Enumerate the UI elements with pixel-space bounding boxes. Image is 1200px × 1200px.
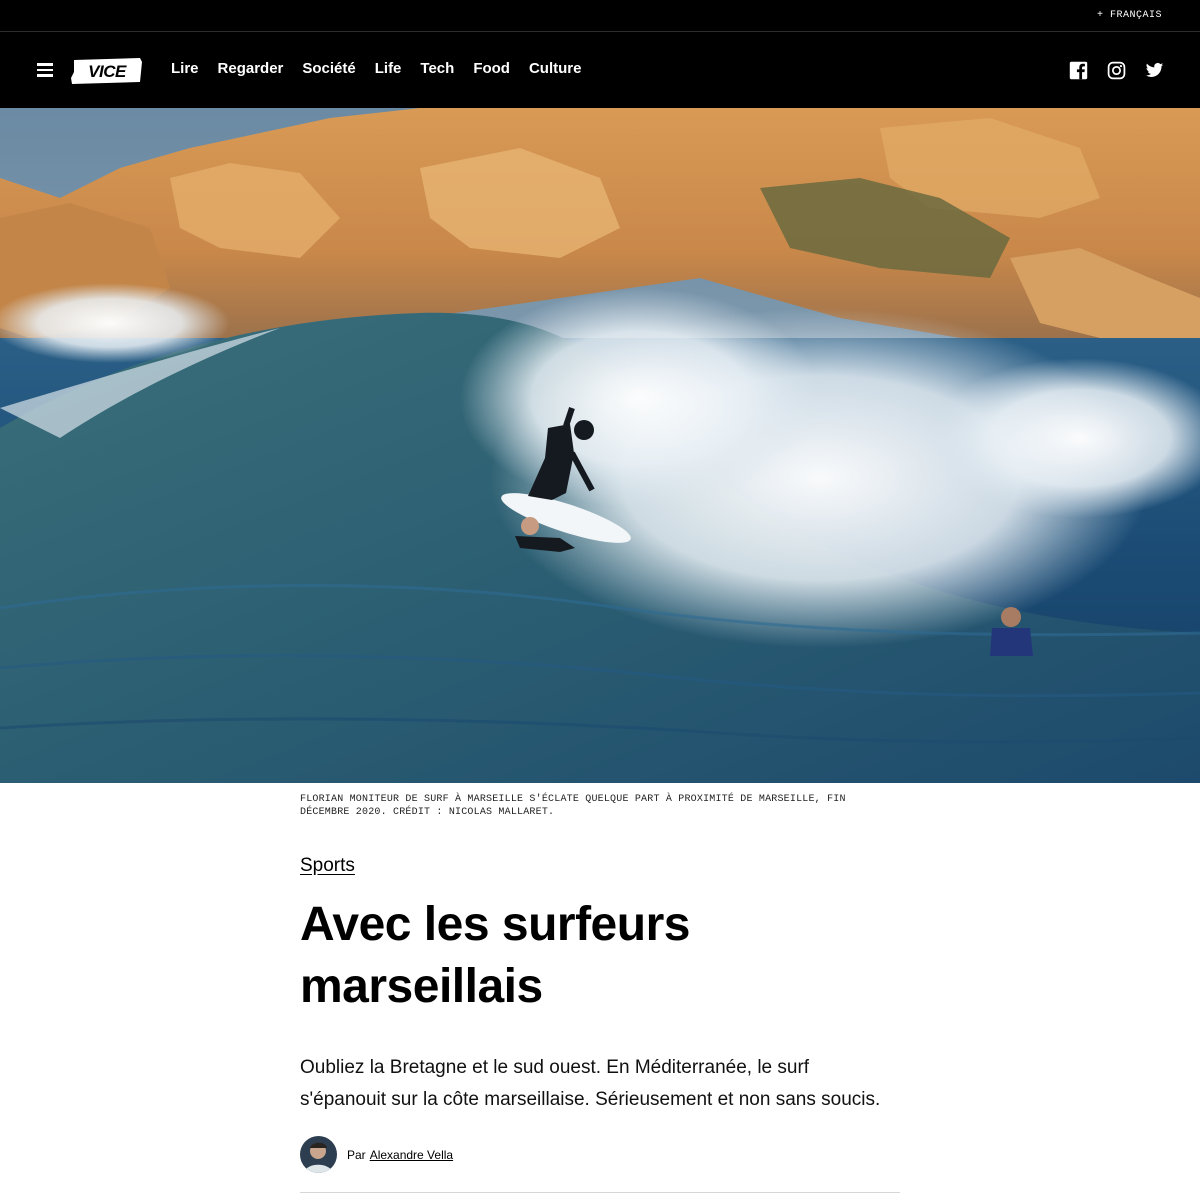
author-avatar[interactable] <box>300 1136 337 1173</box>
article-headline: Avec les surfeurs marseillais <box>300 898 690 1013</box>
top-bar: + FRANÇAIS <box>0 0 1200 32</box>
nav-link-regarder[interactable]: Regarder <box>218 60 284 77</box>
nav-link-culture[interactable]: Culture <box>529 60 582 77</box>
social-links <box>1050 61 1164 80</box>
hamburger-icon[interactable] <box>37 63 53 77</box>
main-navigation: VICE Lire Regarder Société Life Tech Foo… <box>0 32 1200 108</box>
logo-text: VICE <box>88 62 127 81</box>
language-switch-link[interactable]: + FRANÇAIS <box>1097 10 1162 21</box>
nav-links: Lire Regarder Société Life Tech Food Cul… <box>171 60 600 77</box>
byline: Par Alexandre Vella <box>300 1136 453 1173</box>
twitter-icon[interactable] <box>1145 61 1164 80</box>
section-tag[interactable]: Sports <box>300 855 355 877</box>
divider <box>300 1192 900 1193</box>
byline-prefix: Par <box>347 1147 366 1162</box>
nav-link-societe[interactable]: Société <box>302 60 355 77</box>
author-link[interactable]: Alexandre Vella <box>370 1148 453 1162</box>
image-caption: FLORIAN MONITEUR DE SURF À MARSEILLE S'É… <box>300 794 846 818</box>
hero-image <box>0 108 1200 783</box>
vice-logo[interactable]: VICE <box>70 56 144 86</box>
nav-link-life[interactable]: Life <box>375 60 402 77</box>
nav-link-lire[interactable]: Lire <box>171 60 199 77</box>
facebook-icon[interactable] <box>1069 61 1088 80</box>
nav-link-food[interactable]: Food <box>473 60 510 77</box>
article-dek: Oubliez la Bretagne et le sud ouest. En … <box>300 1057 881 1110</box>
nav-link-tech[interactable]: Tech <box>420 60 454 77</box>
instagram-icon[interactable] <box>1107 61 1126 80</box>
